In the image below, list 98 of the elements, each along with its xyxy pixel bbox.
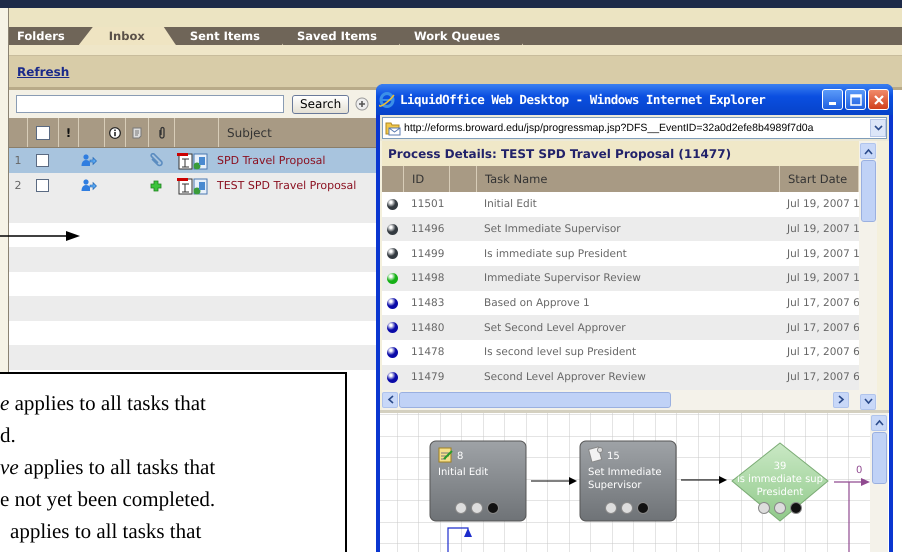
scroll-thumb[interactable]	[399, 392, 671, 408]
scroll-thumb[interactable]	[860, 160, 876, 222]
task-name: Second Level Approver Review	[484, 371, 646, 384]
tab[interactable]: Inbox	[78, 27, 176, 45]
loop-arrow	[447, 526, 472, 552]
task-id: 11479	[411, 371, 444, 384]
task-name: Based on Approve 1	[484, 297, 590, 310]
start-date: Jul 17, 2007 6	[787, 322, 859, 334]
task-id: 11480	[411, 322, 444, 334]
task-name: Immediate Supervisor Review	[484, 272, 641, 284]
add-icon[interactable]	[355, 97, 370, 111]
node-label: is immediate sup	[737, 474, 823, 484]
maximize-button[interactable]	[845, 89, 866, 110]
node-label: President	[756, 486, 804, 498]
row-checkbox[interactable]	[36, 179, 48, 192]
search-button[interactable]: Search	[292, 94, 350, 114]
subject-header[interactable]: Subject	[227, 126, 272, 140]
task-name: Set Second Level Approver	[484, 322, 626, 334]
minimize-icon	[829, 102, 836, 105]
annotation-text: e not yet been completed.	[0, 486, 216, 513]
task-name: Set Immediate Supervisor	[484, 223, 621, 236]
form-icon	[438, 447, 453, 462]
node-number: 8	[457, 450, 464, 462]
maximize-icon	[850, 94, 862, 106]
scroll-thumb[interactable]	[872, 432, 886, 484]
paperclip-icon	[158, 126, 166, 139]
scroll-up-icon[interactable]	[864, 148, 872, 154]
start-date: Jul 17, 2007 6	[787, 297, 859, 310]
task-name: Initial Edit	[484, 198, 537, 210]
scroll-right-icon[interactable]	[838, 395, 844, 404]
connector-arrow	[530, 476, 577, 484]
task-id: 11496	[411, 223, 444, 236]
node-label: Set Immediate	[588, 466, 662, 478]
info-icon	[109, 126, 121, 138]
task-node[interactable]	[430, 440, 526, 521]
select-all-checkbox[interactable]	[36, 126, 50, 140]
node-number: 15	[607, 450, 620, 462]
priority-header: !	[66, 126, 72, 140]
dropdown-button[interactable]	[870, 119, 886, 137]
window-title: LiquidOffice Web Desktop - Windows Internet Explorer	[400, 92, 766, 107]
node-label: Supervisor	[588, 480, 642, 490]
scroll-up-icon[interactable]	[874, 419, 884, 426]
connector-arrow	[680, 476, 727, 484]
row-number: 2	[14, 179, 22, 192]
start-date: Jul 19, 2007 1	[787, 248, 859, 260]
row-number: 1	[14, 154, 22, 167]
task-id: 11483	[411, 297, 444, 310]
scroll-icon	[588, 446, 603, 462]
task-id: 11501	[411, 198, 444, 210]
start-date: Jul 17, 2007 6	[787, 346, 859, 358]
vertical-scrollbar[interactable]	[859, 141, 877, 410]
branch-label: 0	[856, 464, 862, 476]
search-field[interactable]	[16, 95, 284, 113]
row-checkbox[interactable]	[36, 154, 48, 167]
start-date-header[interactable]: Start Date	[788, 172, 848, 186]
node-label: Initial Edit	[438, 466, 488, 478]
task-name: Is immediate sup President	[484, 248, 627, 260]
task-name-header[interactable]: Task Name	[485, 172, 548, 186]
user-forward-icon	[80, 154, 96, 167]
annotation-text: applies to all tasks that	[9, 518, 202, 545]
start-date: Jul 17, 2007 6	[787, 371, 859, 384]
id-header[interactable]: ID	[412, 172, 424, 186]
minimize-button[interactable]	[822, 89, 843, 110]
annotation-text: d.	[0, 422, 17, 449]
inbox-row[interactable]: 2 TEST SPD Travel Proposal	[9, 173, 376, 198]
user-forward-icon	[80, 179, 96, 192]
start-date: Jul 19, 2007 1	[787, 223, 859, 236]
task-id: 11478	[411, 346, 444, 358]
subject-text[interactable]: SPD Travel Proposal	[217, 154, 326, 167]
chevron-down-icon	[874, 125, 882, 131]
task-name: Is second level sup President	[484, 346, 636, 358]
annotation-text: e applies to all tasks that	[0, 390, 207, 417]
address-field[interactable]: http://eforms.broward.edu/jsp/progressmap.jsp?DFS__EventID=32a0d2efe8b4989f7d0a	[382, 117, 887, 139]
scroll-down-icon[interactable]	[864, 398, 872, 405]
task-node[interactable]	[580, 440, 676, 521]
scroll-left-icon[interactable]	[386, 395, 394, 404]
envelope-folder-icon	[385, 120, 401, 136]
url-text: http://eforms.broward.edu/jsp/progressmap.jsp?DFS__EventID=32a0d2efe8b4989f7d0a	[404, 122, 814, 134]
node-number: 39	[774, 460, 786, 472]
paperclip-icon	[148, 152, 164, 168]
annotation-text: ve applies to all tasks that	[0, 454, 216, 481]
inbox-row[interactable]: 1 SPD Travel Proposal	[9, 148, 376, 173]
close-button[interactable]	[868, 89, 889, 110]
start-date: Jul 19, 2007 1	[787, 272, 859, 284]
browser-logo-icon	[378, 90, 396, 108]
close-icon	[872, 94, 884, 106]
plus-icon	[150, 180, 162, 192]
task-id: 11499	[411, 248, 444, 260]
process-heading: Process Details: TEST SPD Travel Proposal (11477)	[388, 146, 732, 160]
note-icon	[132, 126, 142, 138]
vertical-scrollbar[interactable]	[870, 412, 888, 552]
decision-node[interactable]	[731, 442, 829, 522]
refresh-link[interactable]: Refresh	[17, 64, 70, 78]
subject-text[interactable]: TEST SPD Travel Proposal	[217, 179, 356, 192]
start-date: Jul 19, 2007 1	[787, 198, 859, 210]
task-id: 11498	[411, 272, 444, 284]
horizontal-scrollbar[interactable]	[382, 390, 859, 410]
folders-tab[interactable]: Folders	[9, 27, 79, 45]
